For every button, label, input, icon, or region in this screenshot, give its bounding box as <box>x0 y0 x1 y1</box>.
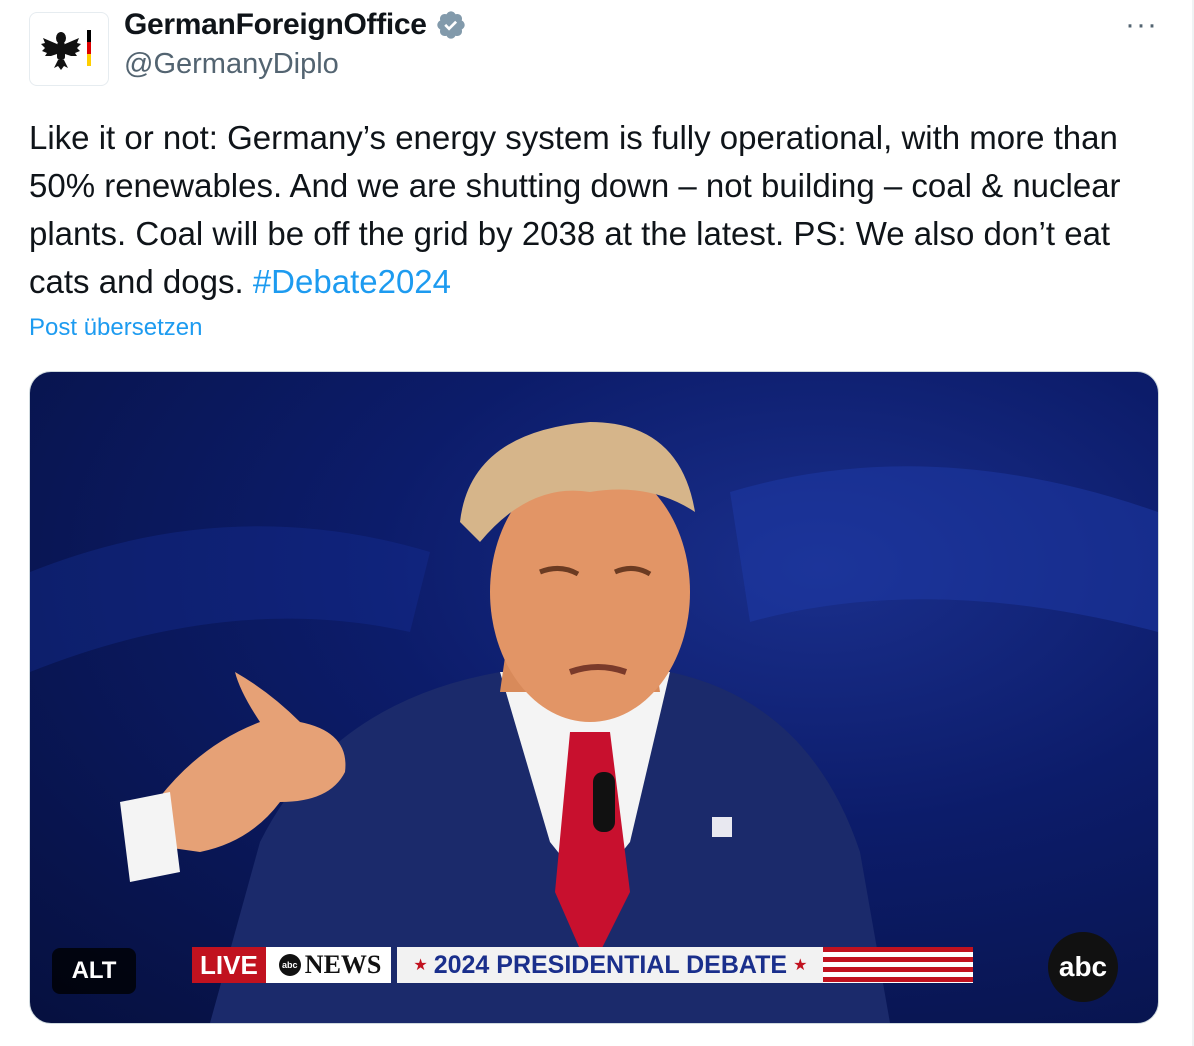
video-frame <box>30 422 1158 1023</box>
post-text: Like it or not: Germany’s energy system … <box>29 114 1169 306</box>
post-card: GermanForeignOffice @GermanyDiplo ··· Li… <box>0 0 1194 1046</box>
abc-news-label: abc NEWS <box>265 947 392 983</box>
alt-text-button[interactable]: ALT <box>52 948 136 994</box>
author-row: GermanForeignOffice <box>124 8 467 42</box>
abc-network-logo: abc <box>1048 932 1118 1002</box>
post-body: Like it or not: Germany’s energy system … <box>29 119 1121 300</box>
broadcast-lower-third: LIVE abc NEWS ★ 2024 PRESIDENTIAL DEBATE… <box>192 947 974 983</box>
translate-link[interactable]: Post übersetzen <box>29 314 202 342</box>
news-label: NEWS <box>304 950 382 979</box>
display-name[interactable]: GermanForeignOffice <box>124 8 427 42</box>
star-icon: ★ <box>413 957 428 974</box>
eagle-logo-icon <box>41 30 91 70</box>
hashtag-link[interactable]: #Debate2024 <box>253 263 451 300</box>
debate-label: 2024 PRESIDENTIAL DEBATE <box>433 950 788 979</box>
live-label: LIVE <box>192 947 266 983</box>
more-options-icon[interactable]: ··· <box>1125 8 1158 42</box>
verified-badge-icon[interactable] <box>435 9 467 41</box>
video-media[interactable]: LIVE abc NEWS ★ 2024 PRESIDENTIAL DEBATE… <box>29 371 1159 1024</box>
star-icon: ★ <box>793 957 808 974</box>
flag-stripes <box>823 947 974 983</box>
abc-news-logo-icon: abc <box>278 954 301 976</box>
debate-banner: ★ 2024 PRESIDENTIAL DEBATE ★ <box>397 947 824 983</box>
handle[interactable]: @GermanyDiplo <box>124 48 339 81</box>
avatar[interactable] <box>29 12 109 86</box>
